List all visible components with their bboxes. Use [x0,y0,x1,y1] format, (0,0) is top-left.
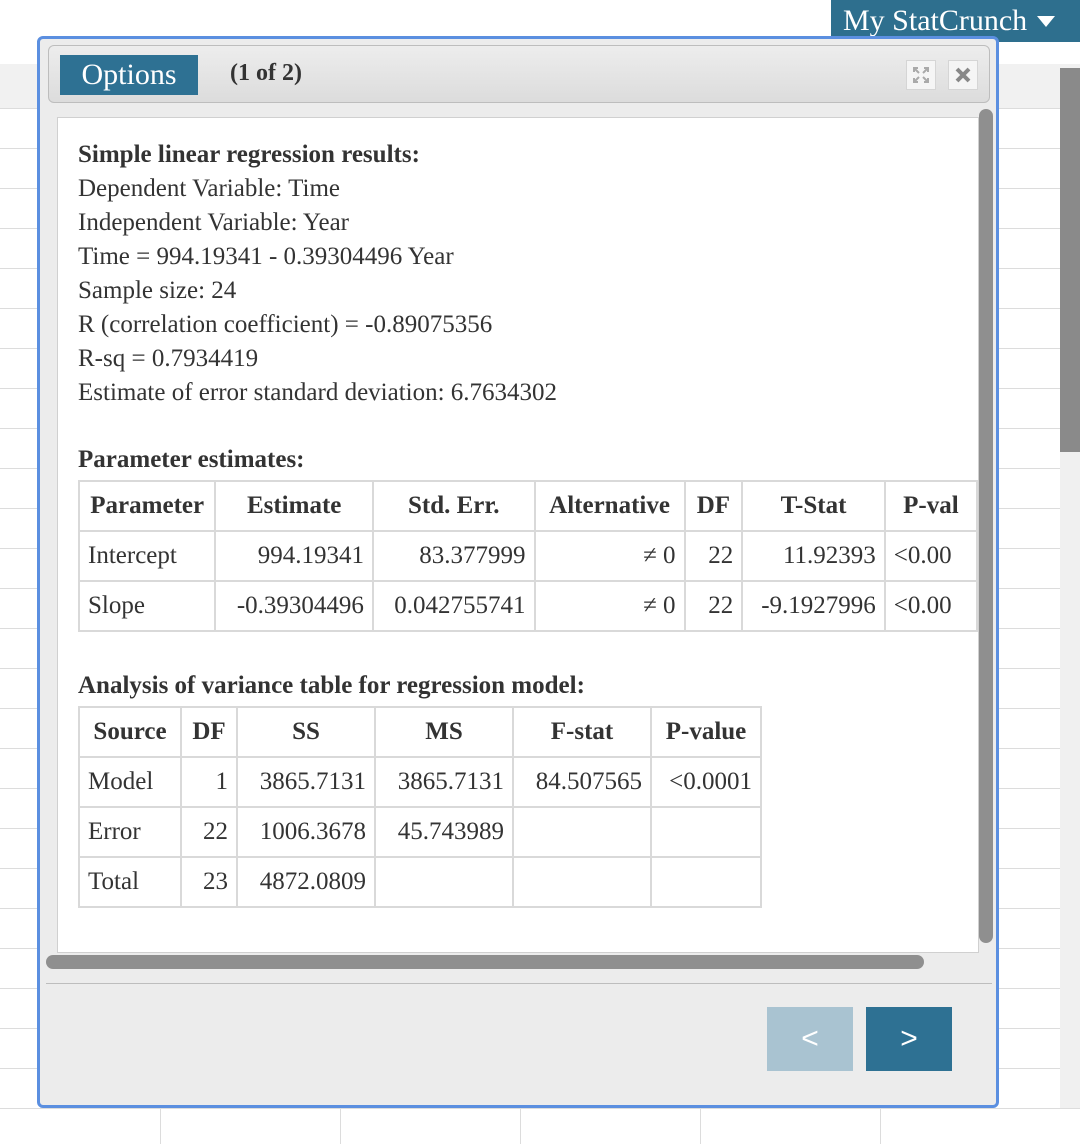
table-cell [512,856,652,908]
column-header: P-val [883,480,978,532]
independent-variable: Independent Variable: Year [78,209,349,236]
table-cell: 4872.0809 [236,856,376,908]
table-row: Intercept 994.19341 83.377999 ≠ 0 22 11.… [77,530,978,582]
parameter-estimates-table: Parameter Estimate Std. Err. Alternative… [77,480,978,632]
table-cell: <0.00 [883,580,978,632]
options-button[interactable]: Options [60,55,198,95]
grid-column-line [340,1108,341,1144]
results-vertical-scrollbar[interactable] [979,109,993,943]
results-dialog: Options (1 of 2) Simple linear regressio… [37,36,999,1108]
table-cell: 994.19341 [214,530,374,582]
table-cell: 1006.3678 [236,806,376,858]
table-cell: -9.1927996 [741,580,886,632]
table-cell: 22 [683,580,744,632]
table-cell: Model [78,756,182,808]
table-cell: Slope [77,580,217,632]
r-squared: R-sq = 0.7934419 [78,345,259,372]
table-cell: 22 [180,806,238,858]
column-header: T-Stat [741,480,886,532]
results-horizontal-scrollbar[interactable] [46,955,924,969]
table-cell [650,856,762,908]
regression-equation: Time = 994.19341 - 0.39304496 Year [78,243,454,270]
grid-column-line [160,1108,161,1144]
table-cell [374,856,514,908]
spreadsheet-scrollbar-thumb[interactable] [1060,68,1080,452]
column-header: Std. Err. [371,480,536,532]
grid-column-line [700,1108,701,1144]
table-row: Model 1 3865.7131 3865.7131 84.507565 <0… [78,756,762,808]
table-cell: 23 [180,856,238,908]
parameter-estimates-heading: Parameter estimates: [78,446,305,473]
table-cell: 3865.7131 [236,756,376,808]
column-header: F-stat [512,706,652,758]
table-cell: Intercept [77,530,217,582]
table-row: Error 22 1006.3678 45.743989 [78,806,762,858]
table-header-row: Parameter Estimate Std. Err. Alternative… [77,480,978,532]
close-icon [955,67,971,83]
error-std-dev: Estimate of error standard deviation: 6.… [78,379,558,406]
table-cell: 84.507565 [512,756,652,808]
table-cell: ≠ 0 [533,530,686,582]
table-cell: <0.00 [883,530,978,582]
dependent-variable: Dependent Variable: Time [78,175,340,202]
column-header: SS [236,706,376,758]
previous-page-button[interactable]: < [767,1007,853,1071]
column-header: DF [180,706,238,758]
page-indicator: (1 of 2) [230,60,302,86]
anova-heading: Analysis of variance table for regressio… [78,672,585,699]
expand-icon [913,67,929,83]
dialog-divider [46,983,992,984]
anova-table: Source DF SS MS F-stat P-value Model 1 3… [78,706,762,908]
sample-size: Sample size: 24 [78,277,237,304]
grid-column-line [880,1108,881,1144]
correlation-coefficient: R (correlation coefficient) = -0.8907535… [78,311,493,338]
column-header: Alternative [533,480,686,532]
table-cell: 45.743989 [374,806,514,858]
column-header: P-value [650,706,762,758]
table-cell: 22 [683,530,744,582]
table-row: Total 23 4872.0809 [78,856,762,908]
column-header: MS [374,706,514,758]
chevron-down-icon [1037,15,1056,27]
results-title: Simple linear regression results: [78,141,420,168]
table-cell: Total [78,856,182,908]
column-header: DF [683,480,744,532]
table-cell: 83.377999 [371,530,536,582]
table-header-row: Source DF SS MS F-stat P-value [78,706,762,758]
expand-button[interactable] [906,60,936,90]
table-cell: <0.0001 [650,756,762,808]
table-cell: 0.042755741 [371,580,536,632]
table-cell: 3865.7131 [374,756,514,808]
table-cell [512,806,652,858]
table-cell: ≠ 0 [533,580,686,632]
column-header: Source [78,706,182,758]
results-content: Simple linear regression results: Depend… [57,117,979,953]
table-cell: Error [78,806,182,858]
table-cell [650,806,762,858]
dialog-titlebar: Options (1 of 2) [48,45,990,103]
next-page-button[interactable]: > [866,1007,952,1071]
table-cell: 11.92393 [741,530,886,582]
column-header: Parameter [77,480,217,532]
column-header: Estimate [214,480,374,532]
grid-row-line [0,1108,1080,1109]
close-button[interactable] [948,60,978,90]
table-cell: 1 [180,756,238,808]
grid-column-line [520,1108,521,1144]
regression-summary: Simple linear regression results: Depend… [78,138,557,410]
table-cell: -0.39304496 [214,580,374,632]
table-row: Slope -0.39304496 0.042755741 ≠ 0 22 -9.… [77,580,978,632]
my-statcrunch-label: My StatCrunch [843,4,1028,37]
